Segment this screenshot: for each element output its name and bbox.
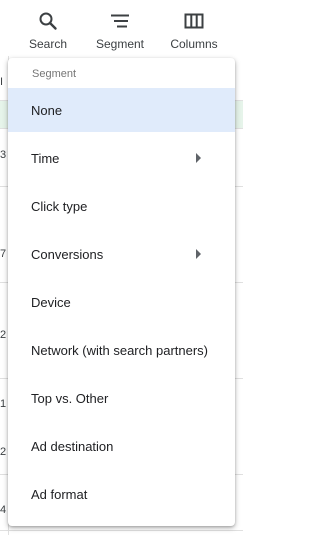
menu-item-device[interactable]: Device [8,280,235,324]
menu-item-top-vs-other[interactable]: Top vs. Other [8,376,235,420]
row-value: 4 [0,504,7,516]
menu-item-label: Device [31,294,71,310]
columns-icon [184,10,204,32]
menu-item-label: Time [31,150,60,166]
toolbar: Search Segment Columns [0,0,243,56]
menu-item-click-type[interactable]: Click type [8,184,235,228]
segment-label: Segment [95,37,145,51]
menu-item-ad-destination[interactable]: Ad destination [8,424,235,468]
row-value: 2 [0,446,7,458]
segment-icon [110,10,130,32]
menu-item-label: Conversions [31,246,104,262]
segment-button[interactable]: Segment [92,0,148,56]
row-value: 1 [0,398,7,410]
submenu-arrow-icon [196,153,201,163]
columns-button[interactable]: Columns [166,0,222,56]
menu-item-label: Network (with search partners) [31,342,208,358]
segment-menu: Segment None Time Click type Conversions… [8,58,235,526]
search-label: Search [28,37,68,51]
menu-item-ad-format[interactable]: Ad format [8,472,235,516]
search-button[interactable]: Search [24,0,72,56]
menu-item-none[interactable]: None [8,88,235,132]
menu-item-time[interactable]: Time [8,136,235,180]
menu-header: Segment [32,68,77,80]
menu-item-label: None [31,102,63,118]
menu-item-conversions[interactable]: Conversions [8,232,235,276]
search-icon [38,10,58,32]
row-value: I [0,76,4,88]
menu-item-label: Top vs. Other [31,390,109,406]
menu-item-label: Ad destination [31,438,114,454]
row-value: 3 [0,149,7,161]
row-value: 2 [0,329,7,341]
submenu-arrow-icon [196,249,201,259]
menu-item-network[interactable]: Network (with search partners) [8,328,235,372]
table-row-line [0,530,243,531]
row-value: 7 [0,248,7,260]
menu-item-label: Ad format [31,486,88,502]
menu-item-label: Click type [31,198,88,214]
columns-label: Columns [170,37,218,51]
